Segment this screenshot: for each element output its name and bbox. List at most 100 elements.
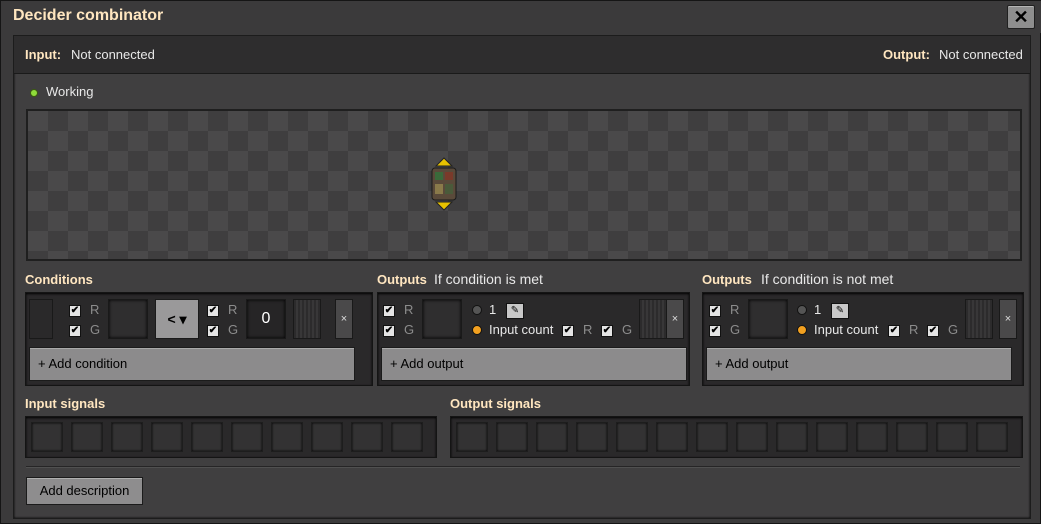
- condition-left-g-label: G: [90, 322, 101, 337]
- output-not-met-ic-red-checkbox[interactable]: ✔: [888, 325, 900, 337]
- output-label: Output:: [883, 47, 930, 62]
- condition-left-green-checkbox[interactable]: ✔: [69, 325, 81, 337]
- decider-combinator-icon: [431, 157, 457, 211]
- output-signals-header: Output signals: [450, 396, 541, 411]
- output-signal-slot[interactable]: [936, 422, 968, 452]
- add-output-not-met-button[interactable]: + Add output: [706, 347, 1012, 381]
- input-signal-slot[interactable]: [191, 422, 223, 452]
- condition-right-r-label: R: [228, 302, 238, 317]
- outputs-met-subheader: If condition is met: [434, 271, 543, 287]
- output-met-g-label: G: [404, 322, 415, 337]
- output-signal-slot[interactable]: [776, 422, 808, 452]
- output-signal-slot[interactable]: [536, 422, 568, 452]
- output-met-input-count-radio[interactable]: [472, 325, 482, 335]
- condition-row-grip: [293, 299, 321, 339]
- output-not-met-ic-g-label: G: [948, 322, 959, 337]
- edit-icon[interactable]: ✎: [506, 303, 524, 319]
- input-signals-header: Input signals: [25, 396, 106, 411]
- output-met-signal-slot[interactable]: [422, 299, 462, 339]
- outputs-met-header: Outputs: [377, 272, 427, 287]
- output-signal-slot[interactable]: [496, 422, 528, 452]
- condition-left-red-checkbox[interactable]: ✔: [69, 305, 81, 317]
- output-not-met-green-checkbox[interactable]: ✔: [709, 325, 721, 337]
- status-text: Working: [46, 84, 94, 99]
- output-not-met-constant-value: 1: [814, 302, 822, 317]
- output-signals-panel: [450, 416, 1023, 458]
- remove-condition-button[interactable]: ×: [335, 299, 353, 339]
- conditions-header: Conditions: [25, 272, 93, 287]
- chevron-down-icon: ▾: [179, 311, 187, 327]
- condition-right-green-checkbox[interactable]: ✔: [207, 325, 219, 337]
- condition-right-g-label: G: [228, 322, 239, 337]
- input-signal-slot[interactable]: [351, 422, 383, 452]
- output-met-ic-g-label: G: [622, 322, 633, 337]
- output-not-met-signal-slot[interactable]: [748, 299, 788, 339]
- section-divider: [26, 466, 1020, 468]
- output-signal-slot[interactable]: [456, 422, 488, 452]
- output-met-ic-green-checkbox[interactable]: ✔: [601, 325, 613, 337]
- input-signal-slot[interactable]: [31, 422, 63, 452]
- outputs-not-met-panel: ✔ R ✔ G 1 ✎ Input count ✔ R ✔ G × + Add …: [702, 292, 1024, 386]
- comparator-dropdown[interactable]: < ▾: [155, 299, 199, 339]
- output-signal-slot[interactable]: [896, 422, 928, 452]
- output-signal-slot[interactable]: [736, 422, 768, 452]
- output-not-met-ic-r-label: R: [909, 322, 919, 337]
- close-icon[interactable]: ✕: [1007, 5, 1035, 29]
- add-condition-button[interactable]: + Add condition: [29, 347, 355, 381]
- add-output-met-button[interactable]: + Add output: [381, 347, 687, 381]
- condition-handle[interactable]: [29, 299, 53, 339]
- output-signal-slot[interactable]: [616, 422, 648, 452]
- input-signal-slot[interactable]: [391, 422, 423, 452]
- output-not-met-red-checkbox[interactable]: ✔: [709, 305, 721, 317]
- output-met-ic-red-checkbox[interactable]: ✔: [562, 325, 574, 337]
- condition-right-red-checkbox[interactable]: ✔: [207, 305, 219, 317]
- output-not-met-ic-green-checkbox[interactable]: ✔: [927, 325, 939, 337]
- output-met-green-checkbox[interactable]: ✔: [383, 325, 395, 337]
- output-not-met-row-grip: [965, 299, 993, 339]
- input-signal-slot[interactable]: [231, 422, 263, 452]
- status-dot-icon: [30, 88, 38, 97]
- input-signal-slot[interactable]: [71, 422, 103, 452]
- output-met-ic-r-label: R: [583, 322, 593, 337]
- output-signal-slot[interactable]: [656, 422, 688, 452]
- decider-combinator-window: Decider combinator ✕ Input: Not connecte…: [0, 0, 1041, 524]
- remove-output-met-button[interactable]: ×: [666, 299, 684, 339]
- output-signal-slot[interactable]: [696, 422, 728, 452]
- title-bar[interactable]: Decider combinator ✕: [1, 1, 1041, 33]
- output-signal-slot[interactable]: [856, 422, 888, 452]
- add-description-button[interactable]: Add description: [26, 477, 143, 505]
- output-not-met-r-label: R: [730, 302, 740, 317]
- input-signal-slot[interactable]: [151, 422, 183, 452]
- output-not-met-input-count-radio[interactable]: [797, 325, 807, 335]
- input-label: Input:: [25, 47, 62, 62]
- output-signal-slot[interactable]: [576, 422, 608, 452]
- remove-output-not-met-button[interactable]: ×: [999, 299, 1017, 339]
- conditions-panel: ✔ R ✔ G < ▾ ✔ R ✔ G 0 × + Add condition: [25, 292, 373, 386]
- output-signal-slot[interactable]: [976, 422, 1008, 452]
- entity-preview[interactable]: [26, 109, 1022, 261]
- output-signal-slot[interactable]: [816, 422, 848, 452]
- input-signal-slot[interactable]: [271, 422, 303, 452]
- comparator-value: <: [167, 311, 176, 327]
- main-panel: Input: Not connected Output: Not connect…: [13, 35, 1031, 519]
- output-not-met-input-count-label: Input count: [814, 322, 879, 337]
- condition-constant-slot[interactable]: 0: [246, 299, 286, 339]
- outputs-not-met-subheader: If condition is not met: [761, 271, 894, 287]
- output-met-input-count-label: Input count: [489, 322, 554, 337]
- input-value: Not connected: [71, 47, 155, 62]
- input-signals-panel: [25, 416, 437, 458]
- status-indicator: Working: [30, 84, 93, 99]
- condition-left-r-label: R: [90, 302, 100, 317]
- condition-first-signal-slot[interactable]: [108, 299, 148, 339]
- connection-bar: Input: Not connected Output: Not connect…: [14, 36, 1030, 74]
- output-met-constant-value: 1: [489, 302, 497, 317]
- output-met-row-grip: [639, 299, 667, 339]
- input-signal-slot[interactable]: [111, 422, 143, 452]
- input-signal-slot[interactable]: [311, 422, 343, 452]
- output-met-constant-radio[interactable]: [472, 305, 482, 315]
- output-met-r-label: R: [404, 302, 414, 317]
- edit-icon[interactable]: ✎: [831, 303, 849, 319]
- output-not-met-constant-radio[interactable]: [797, 305, 807, 315]
- output-met-red-checkbox[interactable]: ✔: [383, 305, 395, 317]
- window-title: Decider combinator: [13, 7, 164, 24]
